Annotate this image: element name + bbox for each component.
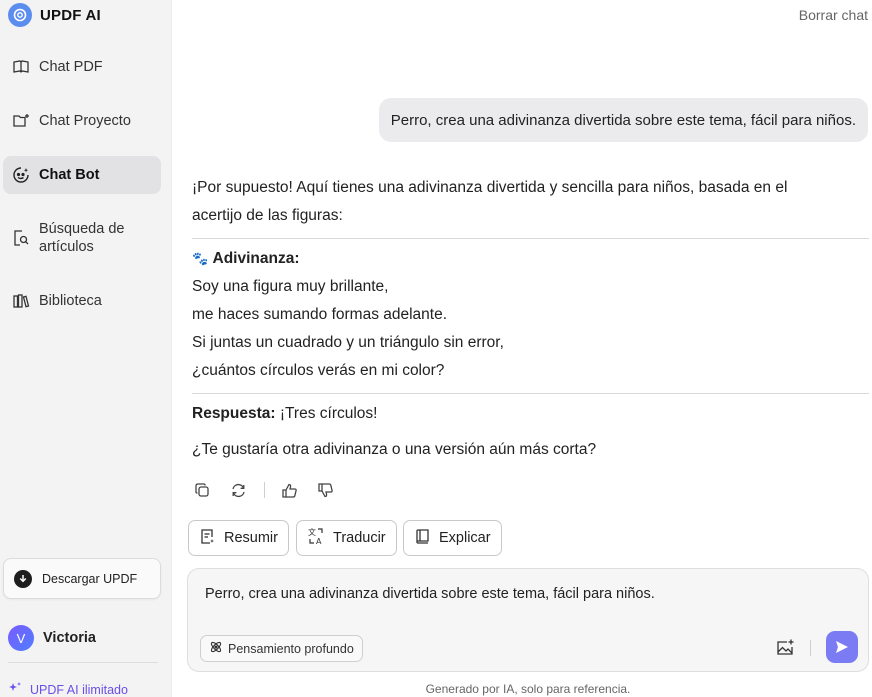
paw-icon: 🐾: [192, 251, 209, 266]
regenerate-icon[interactable]: [228, 480, 248, 500]
summarize-label: Resumir: [224, 530, 278, 546]
download-updf-button[interactable]: Descargar UPDF: [3, 558, 161, 599]
assistant-answer: ¡Por supuesto! Aquí tienes una adivinanz…: [192, 174, 869, 464]
answer-text: ¡Tres círculos!: [275, 405, 378, 422]
actions-separator: [264, 482, 265, 498]
explain-button[interactable]: Explicar: [403, 520, 502, 556]
riddle-title: Adivinanza:: [212, 250, 300, 267]
sidebar-item-busqueda-articulos[interactable]: Búsqueda de artículos: [3, 215, 161, 261]
book-open-icon: [12, 58, 30, 76]
user-name: Victoria: [43, 630, 96, 646]
riddle-line: ¿cuántos círculos verás en mi color?: [192, 362, 445, 379]
chat-input[interactable]: Perro, crea una adivinanza divertida sob…: [205, 586, 655, 602]
svg-text:A: A: [316, 537, 322, 545]
sidebar-item-label: Chat PDF: [39, 59, 103, 75]
explain-label: Explicar: [439, 530, 491, 546]
upgrade-label: UPDF AI ilimitado: [30, 682, 128, 697]
riddle-line: Soy una figura muy brillante,: [192, 278, 389, 295]
translate-button[interactable]: 文 A Traducir: [296, 520, 397, 556]
answer-closing: ¿Te gustaría otra adivinanza o una versi…: [192, 441, 597, 458]
thumbs-up-icon[interactable]: [279, 480, 299, 500]
sidebar-item-label: Chat Proyecto: [39, 113, 131, 129]
download-icon: [14, 569, 32, 588]
avatar: V: [8, 625, 34, 651]
summarize-button[interactable]: Resumir: [188, 520, 289, 556]
upgrade-link[interactable]: UPDF AI ilimitado: [8, 681, 128, 697]
summarize-icon: [199, 528, 216, 549]
user-message: Perro, crea una adivinanza divertida sob…: [378, 98, 868, 142]
message-composer: Perro, crea una adivinanza divertida sob…: [187, 568, 869, 672]
user-profile[interactable]: V Victoria: [8, 625, 96, 651]
svg-text:文: 文: [308, 527, 316, 537]
thumbs-down-icon[interactable]: [315, 480, 335, 500]
deep-think-toggle[interactable]: Pensamiento profundo: [200, 635, 363, 662]
divider: [192, 238, 869, 239]
divider: [192, 393, 869, 394]
download-label: Descargar UPDF: [42, 571, 138, 586]
book-icon: [414, 528, 431, 549]
sidebar-item-label: Búsqueda de artículos: [39, 221, 125, 255]
answer-intro-line: ¡Por supuesto! Aquí tienes una adivinanz…: [192, 179, 788, 196]
message-actions: [192, 480, 351, 500]
brand-name: UPDF AI: [40, 6, 101, 24]
copy-icon[interactable]: [192, 480, 212, 500]
brand[interactable]: UPDF AI: [8, 3, 101, 27]
deep-think-label: Pensamiento profundo: [228, 641, 354, 656]
library-icon: [12, 292, 30, 310]
sidebar: UPDF AI Chat PDF Chat Proyecto Chat Bot …: [0, 0, 172, 697]
sidebar-item-chat-pdf[interactable]: Chat PDF: [3, 48, 161, 86]
clear-chat-button[interactable]: Borrar chat: [799, 7, 868, 23]
translate-label: Traducir: [333, 530, 386, 546]
sidebar-item-biblioteca[interactable]: Biblioteca: [3, 282, 161, 320]
riddle-line: Si juntas un cuadrado y un triángulo sin…: [192, 334, 504, 351]
send-icon: [836, 641, 848, 653]
answer-label: Respuesta:: [192, 405, 276, 422]
riddle-heading: 🐾 Adivinanza:: [192, 245, 869, 273]
sidebar-item-chat-bot[interactable]: Chat Bot: [3, 156, 161, 194]
folder-plus-icon: [12, 112, 30, 130]
send-button[interactable]: [826, 631, 858, 663]
updf-logo-icon: [8, 3, 32, 27]
riddle-line: me haces sumando formas adelante.: [192, 306, 448, 323]
sidebar-item-label: Biblioteca: [39, 293, 102, 309]
bot-icon: [12, 166, 30, 184]
answer-intro-line: acertijo de las figuras:: [192, 207, 343, 224]
sidebar-item-label: Chat Bot: [39, 167, 100, 183]
article-search-icon: [12, 229, 30, 247]
translate-icon: 文 A: [307, 527, 325, 549]
sidebar-item-chat-proyecto[interactable]: Chat Proyecto: [3, 102, 161, 140]
disclaimer: Generado por IA, solo para referencia.: [425, 682, 631, 696]
atom-icon: [209, 640, 223, 657]
image-upload-icon[interactable]: [774, 637, 796, 659]
sparkle-icon: [8, 681, 22, 697]
riddle-answer: Respuesta: ¡Tres círculos!: [192, 400, 869, 428]
sidebar-divider: [8, 662, 158, 663]
composer-separator: [810, 640, 811, 656]
